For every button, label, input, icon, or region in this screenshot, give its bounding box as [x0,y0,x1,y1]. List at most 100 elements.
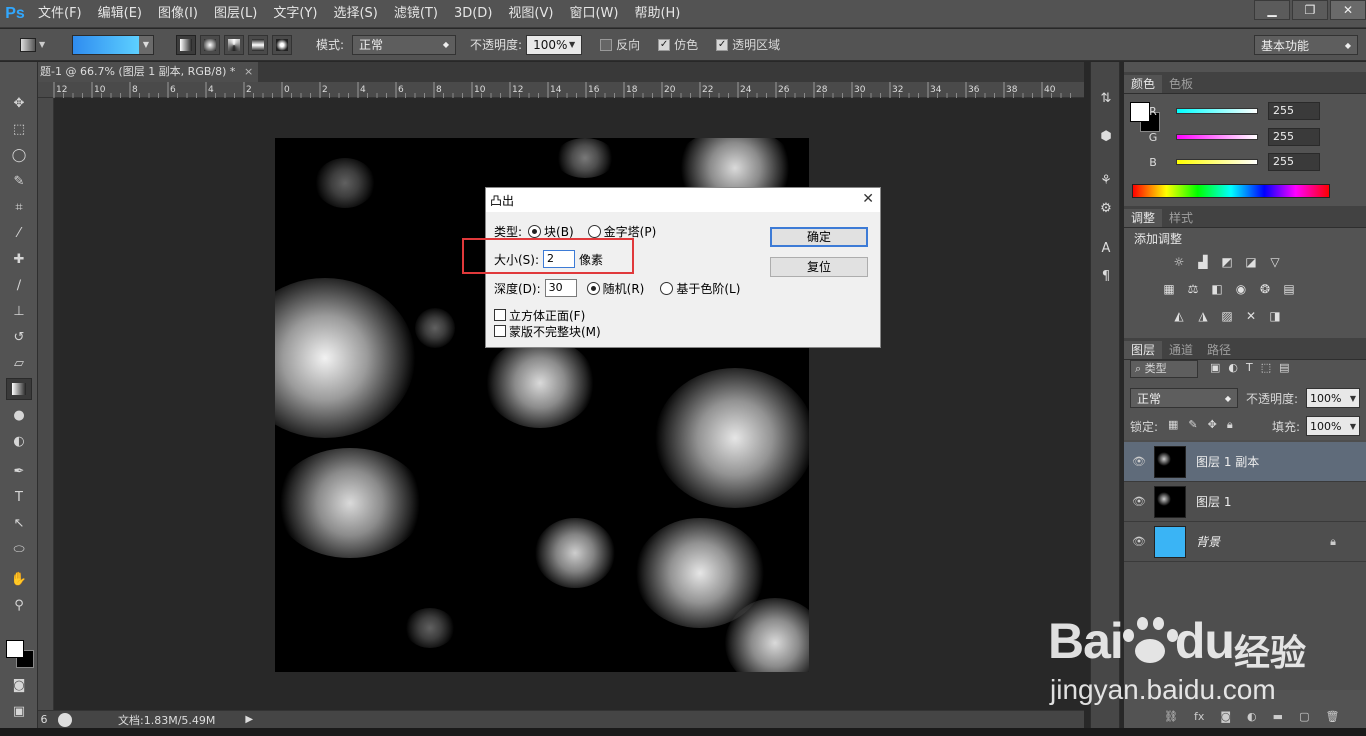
history-brush-icon[interactable]: ↺ [6,326,32,348]
angle-gradient-button[interactable] [224,34,244,55]
exposure-icon[interactable]: ◪ [1242,254,1260,270]
layer-row[interactable]: 👁︎ 背景 🔒︎ [1124,522,1366,562]
eye-icon[interactable]: 👁︎ [1124,455,1154,468]
red-track[interactable] [1176,108,1258,114]
red-slider[interactable]: R 255 [1130,100,1360,122]
menu-image[interactable]: 图像(I) [150,0,206,28]
layer-row[interactable]: 👁︎ 图层 1 [1124,482,1366,522]
type-filter-icon[interactable]: T [1246,361,1253,374]
brush-presets-icon[interactable]: ⚘ [1096,170,1116,190]
eye-icon[interactable]: 👁︎ [1124,535,1154,548]
blue-value[interactable]: 255 [1268,153,1320,171]
balance-icon[interactable]: ⚖ [1184,281,1202,297]
close-tab-icon[interactable]: × [244,62,253,82]
tool-preset-picker[interactable]: ▼ [20,34,58,56]
threshold-icon[interactable]: ▨ [1218,308,1236,324]
menu-select[interactable]: 选择(S) [325,0,385,28]
hand-tool-icon[interactable]: ✋ [6,568,32,590]
fill-input[interactable]: 100% ▼ [1306,416,1360,436]
zoom-tool-icon[interactable]: ⚲ [6,594,32,616]
photo-filter-icon[interactable]: ◉ [1232,281,1250,297]
pen-tool-icon[interactable]: ✒ [6,460,32,482]
eye-icon[interactable]: 👁︎ [1124,495,1154,508]
brightness-icon[interactable]: ☼ [1170,254,1188,270]
tab-styles[interactable]: 样式 [1162,209,1200,227]
reflected-gradient-button[interactable] [248,34,268,55]
menu-layer[interactable]: 图层(L) [206,0,265,28]
blend-mode-select[interactable]: 正常 ◆ [1130,388,1238,408]
adjust-filter-icon[interactable]: ◐ [1228,361,1238,374]
menu-3d[interactable]: 3D(D) [446,0,500,28]
blue-track[interactable] [1176,159,1258,165]
menu-file[interactable]: 文件(F) [30,0,90,28]
green-value[interactable]: 255 [1268,128,1320,146]
transparency-option[interactable]: ✓ 透明区域 [716,36,780,53]
lock-move-icon[interactable]: ✥ [1208,418,1217,432]
quick-mask-icon[interactable]: ◙ [6,674,32,696]
tool-presets-icon[interactable]: ⚙ [1096,198,1116,218]
color-spectrum[interactable] [1132,184,1330,198]
play-icon[interactable]: ▶ [245,714,253,725]
lookup-icon[interactable]: ▤ [1280,281,1298,297]
smart-filter-icon[interactable]: ▤ [1279,361,1289,374]
lock-transparent-icon[interactable]: ▦ [1168,418,1178,432]
layer-row[interactable]: 👁︎ 图层 1 副本 [1124,442,1366,482]
posterize-icon[interactable]: ◮ [1194,308,1212,324]
paragraph-icon[interactable]: ¶ [1096,266,1116,286]
mask-row[interactable]: 蒙版不完整块(M) [494,323,601,339]
lasso-tool-icon[interactable]: ◯ [6,144,32,166]
random-radio[interactable] [586,281,600,295]
depth-input[interactable]: 30 [544,279,577,297]
mixer-icon[interactable]: ❂ [1256,281,1274,297]
menu-filter[interactable]: 滤镜(T) [386,0,446,28]
green-track[interactable] [1176,134,1258,140]
blur-tool-icon[interactable]: ● [6,404,32,426]
menu-help[interactable]: 帮助(H) [626,0,688,28]
tab-swatches[interactable]: 色板 [1162,75,1200,93]
block-option[interactable]: 块(B) [528,223,574,240]
image-filter-icon[interactable]: ▣ [1210,361,1220,374]
solid-front-checkbox[interactable] [494,309,506,321]
restore-button[interactable]: ❐ [1292,0,1328,20]
menu-view[interactable]: 视图(V) [500,0,561,28]
invert-icon[interactable]: ◭ [1170,308,1188,324]
dither-option[interactable]: ✓ 仿色 [658,36,698,53]
gradient-picker[interactable]: ▼ [72,34,154,55]
lock-paint-icon[interactable]: ✎ [1188,418,1197,432]
opacity-input[interactable]: 100% ▼ [526,34,583,55]
selective-color-icon[interactable]: ✕ [1242,308,1260,324]
document-tab[interactable]: 题-1 @ 66.7% (图层 1 副本, RGB/8) * × [38,62,258,82]
close-icon[interactable]: ✕ [862,191,874,207]
move-tool-icon[interactable]: ✥ [6,92,32,114]
color-swatches[interactable] [4,638,34,668]
history-icon[interactable]: ⇅ [1096,88,1116,108]
zoom-readout[interactable]: 6 [38,713,50,726]
linear-gradient-button[interactable] [176,34,196,55]
type-tool-icon[interactable]: T [6,486,32,508]
green-slider[interactable]: G 255 [1130,126,1360,148]
menu-edit[interactable]: 编辑(E) [90,0,150,28]
ok-button[interactable]: 确定 [770,227,868,247]
solid-front-row[interactable]: 立方体正面(F) [494,307,585,323]
eraser-tool-icon[interactable]: ▱ [6,352,32,374]
levels-icon[interactable]: ▟ [1194,254,1212,270]
radial-gradient-button[interactable] [200,34,220,55]
shape-filter-icon[interactable]: ⬚ [1261,361,1271,374]
bw-icon[interactable]: ◧ [1208,281,1226,297]
mode-select[interactable]: 正常 ◆ [352,34,457,55]
level-radio[interactable] [660,281,674,295]
mask-checkbox[interactable] [494,325,506,337]
screen-mode-icon[interactable]: ▣ [6,700,32,722]
panel-foreground[interactable] [1130,102,1150,122]
tab-adjustments[interactable]: 调整 [1124,209,1163,227]
random-option[interactable]: 随机(R) [586,280,644,297]
layer-filter-select[interactable]: ⌕ 类型 [1130,360,1198,378]
healing-brush-icon[interactable]: ✚ [6,248,32,270]
pyramid-option[interactable]: 金字塔(P) [587,223,656,240]
stamp-tool-icon[interactable]: ⊥ [6,300,32,322]
3d-icon[interactable]: ⬢ [1096,126,1116,146]
ellipse-tool-icon[interactable]: ⬭ [6,538,32,560]
layer-opacity-input[interactable]: 100% ▼ [1306,388,1360,408]
lock-all-icon[interactable]: 🔒︎ [1227,418,1233,432]
dither-checkbox[interactable]: ✓ [658,38,671,51]
